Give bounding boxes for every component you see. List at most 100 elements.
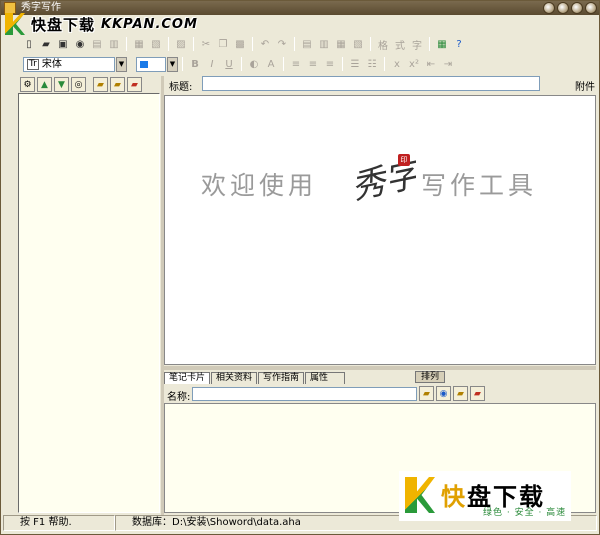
align-left-icon[interactable]: ≡ — [288, 56, 304, 72]
watermark-logo-icon — [5, 13, 25, 35]
toolbar-separator — [283, 57, 284, 71]
new-card-icon[interactable]: ▰ — [419, 386, 434, 401]
document-tree-panel[interactable] — [18, 93, 160, 513]
bottom-tabs: 笔记卡片 相关资料 写作指南 属性 — [164, 371, 346, 384]
help-icon[interactable]: ? — [451, 36, 467, 52]
align-right-icon[interactable]: ≡ — [322, 56, 338, 72]
paste-icon[interactable]: ▩ — [232, 36, 248, 52]
seal-stamp: 印 — [398, 154, 410, 166]
font-name-select[interactable]: Tr 宋体 — [23, 56, 115, 72]
standard-toolbar: ▯ ▰ ▣ ◉ ▤ ▥ ▦ ▧ ▨ ✂ ❐ ▩ ↶ ↷ ▤ ▥ ▦ ▧ 格 式 … — [3, 35, 597, 53]
undo-icon[interactable]: ↶ — [257, 36, 273, 52]
card-link-icon[interactable]: ▧ — [350, 36, 366, 52]
char-icon[interactable]: 字 — [409, 36, 425, 52]
watermark-k-icon — [405, 477, 435, 513]
card-move-icon[interactable]: ▦ — [333, 36, 349, 52]
calligraphy-logo: 秀字 — [348, 154, 416, 208]
delete-card-icon[interactable]: ▰ — [470, 386, 485, 401]
save-icon[interactable]: ▣ — [55, 36, 71, 52]
underline-button[interactable]: U — [221, 56, 237, 72]
name-label: 名称: — [167, 392, 191, 403]
color-swatch — [140, 60, 148, 68]
copy-icon[interactable]: ❐ — [215, 36, 231, 52]
font-color-button[interactable]: A — [263, 56, 279, 72]
tab-writing-guide[interactable]: 写作指南 — [258, 372, 305, 384]
style-icon[interactable]: 式 — [392, 36, 408, 52]
name-input[interactable] — [192, 387, 417, 401]
color-select[interactable] — [136, 56, 166, 72]
indent-icon[interactable]: ⇥ — [440, 56, 456, 72]
watermark-site: KKPAN.COM — [101, 16, 198, 32]
window-controls — [543, 2, 597, 14]
spellcheck-icon[interactable]: ▨ — [173, 36, 189, 52]
maximize-button[interactable] — [571, 2, 583, 14]
globe-card-icon[interactable]: ◉ — [436, 386, 451, 401]
color-dropdown-chevron-icon[interactable]: ▼ — [167, 56, 178, 72]
toolbar-separator — [193, 37, 194, 51]
toolbar-separator — [182, 57, 183, 71]
watermark-banner: 快盘下载 KKPAN.COM — [5, 13, 198, 35]
print-icon[interactable]: ▦ — [131, 36, 147, 52]
italic-button[interactable]: I — [204, 56, 220, 72]
copy-doc-icon[interactable]: ▤ — [89, 36, 105, 52]
window-title: 秀字写作 — [21, 2, 61, 13]
move-down-icon[interactable]: ▼ — [54, 77, 69, 92]
restore-button[interactable] — [557, 2, 569, 14]
binoculars-icon[interactable]: ◎ — [71, 77, 86, 92]
minimize-button[interactable] — [543, 2, 555, 14]
toolbar-separator — [252, 37, 253, 51]
new-subfolder-icon[interactable]: ▰ — [110, 77, 125, 92]
tab-note-cards[interactable]: 笔记卡片 — [164, 372, 211, 384]
highlight-icon[interactable]: ◐ — [246, 56, 262, 72]
font-dropdown-chevron-icon[interactable]: ▼ — [116, 56, 127, 72]
watermark-logo: 快盘下载 绿色 · 安全 · 高速 — [399, 471, 571, 521]
globe-icon[interactable]: ◉ — [72, 36, 88, 52]
outdent-icon[interactable]: ⇤ — [423, 56, 439, 72]
font-name-value: 宋体 — [41, 58, 62, 70]
welcome-text-left: 欢迎使用 — [201, 171, 318, 200]
watermark-brand: 快盘下载 — [31, 15, 96, 34]
close-button[interactable] — [585, 2, 597, 14]
card-edit-icon[interactable]: ▥ — [316, 36, 332, 52]
move-up-icon[interactable]: ▲ — [37, 77, 52, 92]
watermark-tagline: 绿色 · 安全 · 高速 — [483, 508, 567, 518]
bold-button[interactable]: B — [187, 56, 203, 72]
watermark-logo-text-1: 快 — [441, 483, 467, 511]
toolbar-separator — [294, 37, 295, 51]
delete-doc-icon[interactable]: ▥ — [106, 36, 122, 52]
new-folder-icon[interactable]: ▰ — [93, 77, 108, 92]
main-window: 秀字写作 快盘下载 KKPAN.COM ▯ ▰ ▣ ◉ ▤ ▥ ▦ ▧ ▨ ✂ … — [0, 0, 600, 535]
status-help: 按 F1 帮助. — [3, 515, 115, 531]
redo-icon[interactable]: ↷ — [274, 36, 290, 52]
cut-icon[interactable]: ✂ — [198, 36, 214, 52]
toolbar-separator — [342, 57, 343, 71]
card-icon[interactable]: ▤ — [299, 36, 315, 52]
format-icon[interactable]: 格 — [375, 36, 391, 52]
subject-input[interactable] — [202, 76, 540, 91]
attachment-label[interactable]: 附件 — [575, 78, 595, 93]
layout-icon[interactable]: ▦ — [434, 36, 450, 52]
new-document-icon[interactable]: ▯ — [21, 36, 37, 52]
print-preview-icon[interactable]: ▧ — [148, 36, 164, 52]
superscript-icon[interactable]: x² — [406, 56, 422, 72]
tab-related-materials[interactable]: 相关资料 — [211, 372, 258, 384]
sort-button[interactable]: 排列 — [415, 371, 445, 383]
open-folder-icon[interactable]: ▰ — [38, 36, 54, 52]
delete-folder-icon[interactable]: ▰ — [127, 77, 142, 92]
bullet-list-icon[interactable]: ☰ — [347, 56, 363, 72]
format-toolbar: Tr 宋体 ▼ ▼ B I U ◐ A ≡ ≡ ≡ ☰ ☷ x x² ⇤ ⇥ — [3, 55, 597, 73]
toolbar-separator — [126, 37, 127, 51]
tree-tool-icon[interactable]: ⚙ — [20, 77, 35, 92]
toolbar-separator — [384, 57, 385, 71]
open-card-icon[interactable]: ▰ — [453, 386, 468, 401]
editor-area[interactable] — [164, 95, 596, 365]
tab-properties[interactable]: 属性 — [305, 372, 346, 384]
align-center-icon[interactable]: ≡ — [305, 56, 321, 72]
subject-label: 标题: — [169, 82, 193, 93]
subscript-icon[interactable]: x — [389, 56, 405, 72]
toolbar-separator — [168, 37, 169, 51]
truetype-font-icon: Tr — [27, 58, 39, 70]
horizontal-splitter[interactable] — [164, 366, 596, 370]
numbered-list-icon[interactable]: ☷ — [364, 56, 380, 72]
card-actions: ▰ ◉ ▰ ▰ — [419, 386, 485, 401]
